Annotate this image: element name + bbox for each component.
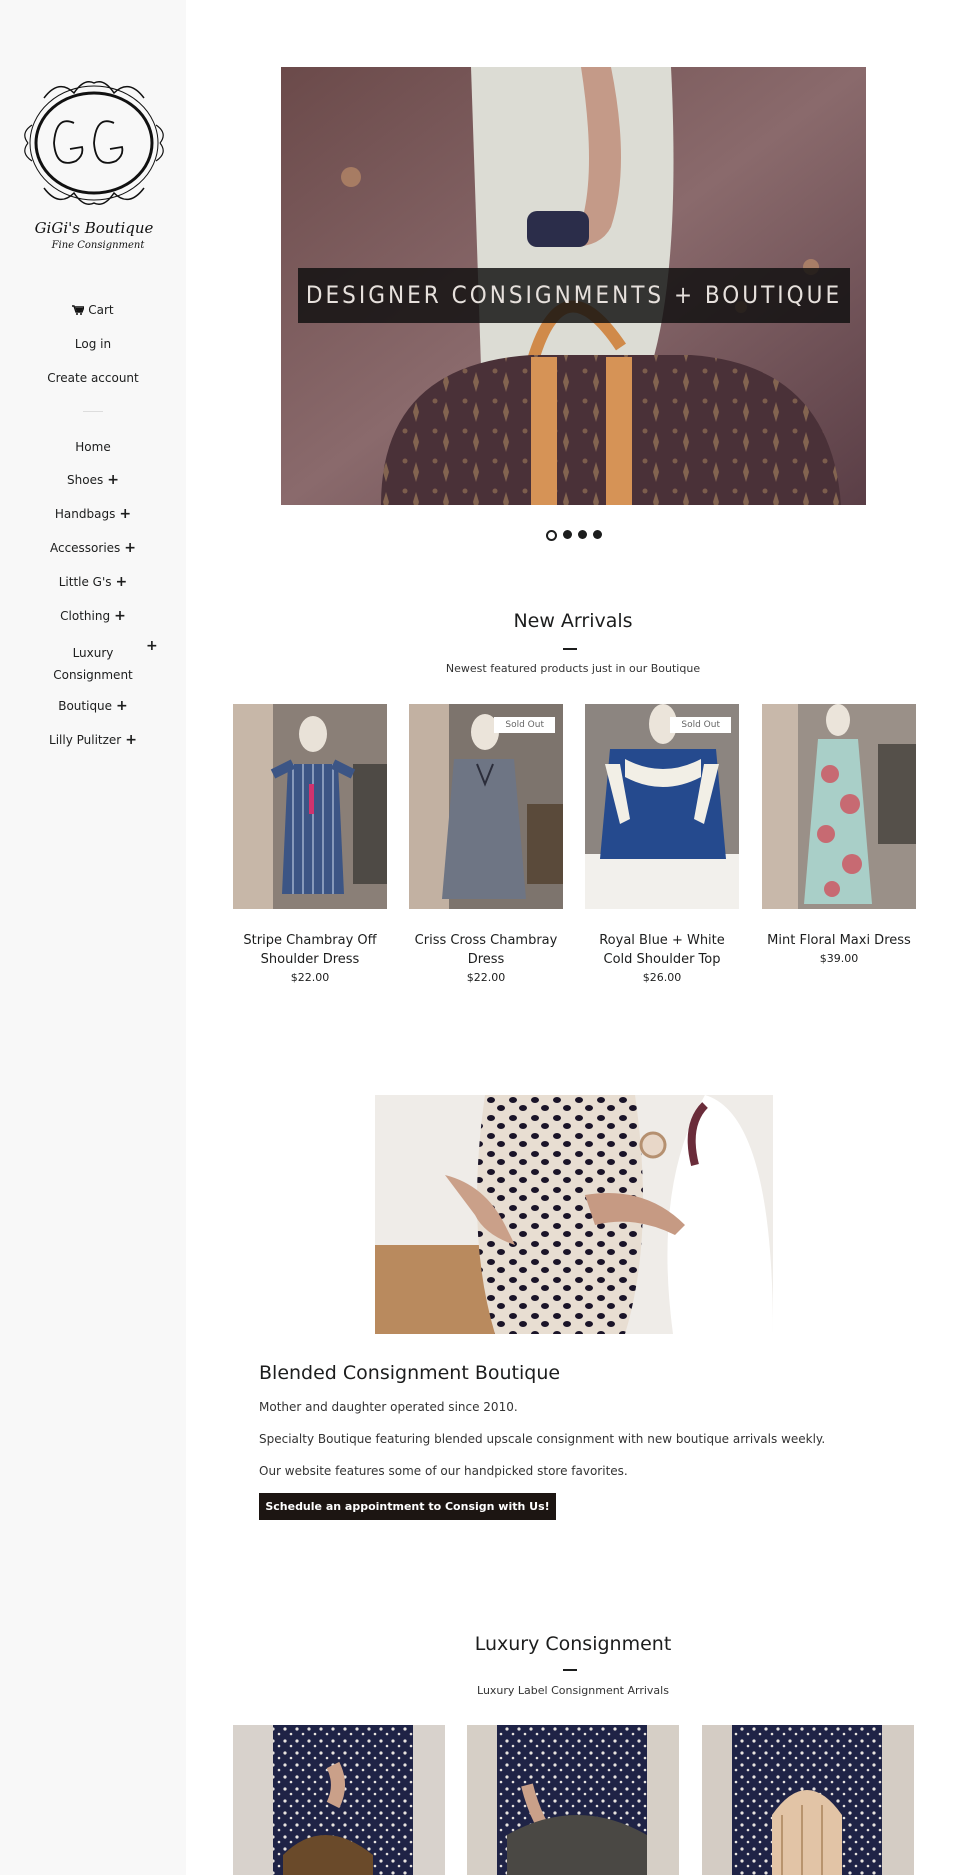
product-image[interactable]: [233, 704, 387, 909]
feature-paragraph: Mother and daughter operated since 2010.: [259, 1400, 518, 1414]
nav-boutique[interactable]: Boutique +: [0, 698, 186, 714]
feature-title: Blended Consignment Boutique: [259, 1362, 561, 1384]
slide-dot-2[interactable]: [563, 530, 572, 539]
product-price: $26.00: [642, 971, 682, 984]
sold-out-badge: Sold Out: [494, 717, 555, 733]
nav-home[interactable]: Home: [0, 440, 186, 454]
product-price: $22.00: [290, 971, 330, 984]
nav-lilly-pulitzer[interactable]: Lilly Pulitzer +: [0, 732, 186, 748]
product-card[interactable]: Sold Out Criss Cross Chambray Dress $22.…: [409, 704, 563, 984]
slideshow-dots: [546, 530, 602, 541]
nav-shoes-label: Shoes: [67, 473, 104, 487]
new-arrivals-title: New Arrivals: [513, 610, 633, 632]
product-card[interactable]: Stripe Chambray Off Shoulder Dress $22.0…: [233, 704, 387, 984]
nav-handbags-label: Handbags: [54, 507, 116, 521]
expand-plus-icon[interactable]: +: [116, 698, 128, 714]
store-logo[interactable]: GiGi's Boutique Fine Consignment: [14, 68, 174, 258]
new-arrivals-subtitle: Newest featured products just in our Bou…: [445, 662, 701, 675]
product-name[interactable]: Criss Cross Chambray Dress: [409, 931, 563, 969]
nav-accessories-label: Accessories: [49, 541, 121, 555]
luxury-consignment-subtitle: Luxury Label Consignment Arrivals: [477, 1684, 669, 1697]
expand-plus-icon[interactable]: +: [124, 540, 136, 556]
schedule-appointment-button[interactable]: Schedule an appointment to Consign with …: [259, 1493, 556, 1520]
expand-plus-icon[interactable]: +: [125, 732, 137, 748]
expand-plus-icon[interactable]: +: [114, 608, 126, 624]
nav-accessories[interactable]: Accessories +: [0, 540, 186, 556]
product-name[interactable]: Royal Blue + White Cold Shoulder Top: [585, 931, 739, 969]
nav-clothing[interactable]: Clothing +: [0, 608, 186, 624]
nav-clothing-label: Clothing: [60, 609, 111, 623]
slide-dot-4[interactable]: [593, 530, 602, 539]
product-price: $22.00: [466, 971, 506, 984]
luxury-product-image[interactable]: [467, 1725, 679, 1875]
product-name[interactable]: Mint Floral Maxi Dress: [762, 931, 916, 950]
nav-boutique-label: Boutique: [58, 699, 113, 713]
nav-luxury-consignment[interactable]: Luxury Consignment: [48, 642, 138, 686]
product-name[interactable]: Stripe Chambray Off Shoulder Dress: [233, 931, 387, 969]
expand-plus-icon[interactable]: +: [107, 472, 119, 488]
expand-plus-icon[interactable]: +: [119, 506, 131, 522]
cart-link[interactable]: Cart: [0, 303, 186, 317]
feature-image: [375, 1095, 773, 1334]
product-card[interactable]: Sold Out Royal Blue + White Cold Shoulde…: [585, 704, 739, 984]
expand-plus-icon[interactable]: +: [146, 638, 158, 654]
luxury-product-image[interactable]: [702, 1725, 914, 1875]
create-account-link[interactable]: Create account: [0, 371, 186, 385]
nav-divider: [83, 411, 103, 412]
nav-shoes[interactable]: Shoes +: [0, 472, 186, 488]
nav-little-gs-label: Little G's: [58, 575, 112, 589]
expand-plus-icon[interactable]: +: [116, 574, 128, 590]
login-link[interactable]: Log in: [0, 337, 186, 351]
product-image[interactable]: Sold Out: [409, 704, 563, 909]
luxury-product-image[interactable]: [233, 1725, 445, 1875]
nav-handbags[interactable]: Handbags +: [0, 506, 186, 522]
cart-label: Cart: [88, 303, 114, 317]
product-price: $39.00: [819, 952, 859, 965]
hero-slideshow[interactable]: DESIGNER CONSIGNMENTS + BOUTIQUE: [281, 67, 866, 505]
slide-dot-1[interactable]: [546, 530, 557, 541]
feature-paragraph: Specialty Boutique featuring blended ups…: [259, 1432, 826, 1446]
svg-text:GiGi's Boutique: GiGi's Boutique: [35, 219, 154, 237]
nav-little-gs[interactable]: Little G's +: [0, 574, 186, 590]
svg-text:Fine Consignment: Fine Consignment: [51, 240, 146, 251]
section-rule: [563, 648, 577, 650]
section-rule: [563, 1669, 577, 1671]
product-image[interactable]: Sold Out: [585, 704, 739, 909]
sold-out-badge: Sold Out: [670, 717, 731, 733]
luxury-consignment-title: Luxury Consignment: [474, 1633, 672, 1655]
product-card[interactable]: Mint Floral Maxi Dress $39.00: [762, 704, 916, 965]
sidebar: GiGi's Boutique Fine Consignment Cart Lo…: [0, 0, 186, 1875]
nav-home-label: Home: [75, 440, 111, 454]
cart-icon: [72, 303, 88, 317]
slide-dot-3[interactable]: [578, 530, 587, 539]
main-content: DESIGNER CONSIGNMENTS + BOUTIQUE New Arr…: [186, 0, 960, 1875]
product-image[interactable]: [762, 704, 916, 909]
feature-paragraph: Our website features some of our handpic…: [259, 1464, 628, 1478]
hero-caption: DESIGNER CONSIGNMENTS + BOUTIQUE: [298, 268, 850, 323]
nav-luxury-consignment-label: Luxury Consignment: [53, 646, 133, 682]
nav-lilly-pulitzer-label: Lilly Pulitzer: [49, 733, 122, 747]
